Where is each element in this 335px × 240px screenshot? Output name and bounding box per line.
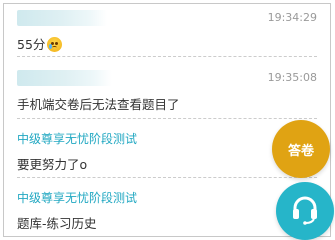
answer-sheet-button[interactable]: 答卷 — [272, 120, 330, 178]
message-text: 手机端交卷后无法查看题目了 — [17, 97, 180, 112]
message-text: 题库-练习历史 — [17, 216, 97, 231]
answer-sheet-label: 答卷 — [287, 143, 314, 159]
course-link[interactable]: 中级尊享无忧阶段测试 — [17, 189, 137, 206]
message-text: 55分 — [17, 34, 317, 53]
message-time: 19:35:08 — [267, 71, 317, 84]
crying-face-emoji-icon — [47, 37, 63, 52]
course-link[interactable]: 中级尊享无忧阶段测试 — [17, 130, 137, 147]
message-item[interactable]: 中级尊享无忧阶段测试 题库-练习历史 — [17, 187, 317, 232]
divider — [17, 56, 317, 57]
blurred-username — [17, 70, 112, 86]
blurred-username — [17, 10, 107, 26]
message-time: 19:34:29 — [267, 11, 317, 24]
message-item[interactable]: 19:34:29 55分 — [17, 8, 317, 53]
headset-icon — [288, 192, 322, 230]
message-item[interactable]: 19:35:08 手机端交卷后无法查看题目了 — [17, 68, 317, 113]
customer-service-button[interactable] — [276, 182, 334, 240]
divider — [17, 118, 317, 119]
message-text: 要更努力了o — [17, 157, 88, 172]
divider — [17, 177, 317, 178]
